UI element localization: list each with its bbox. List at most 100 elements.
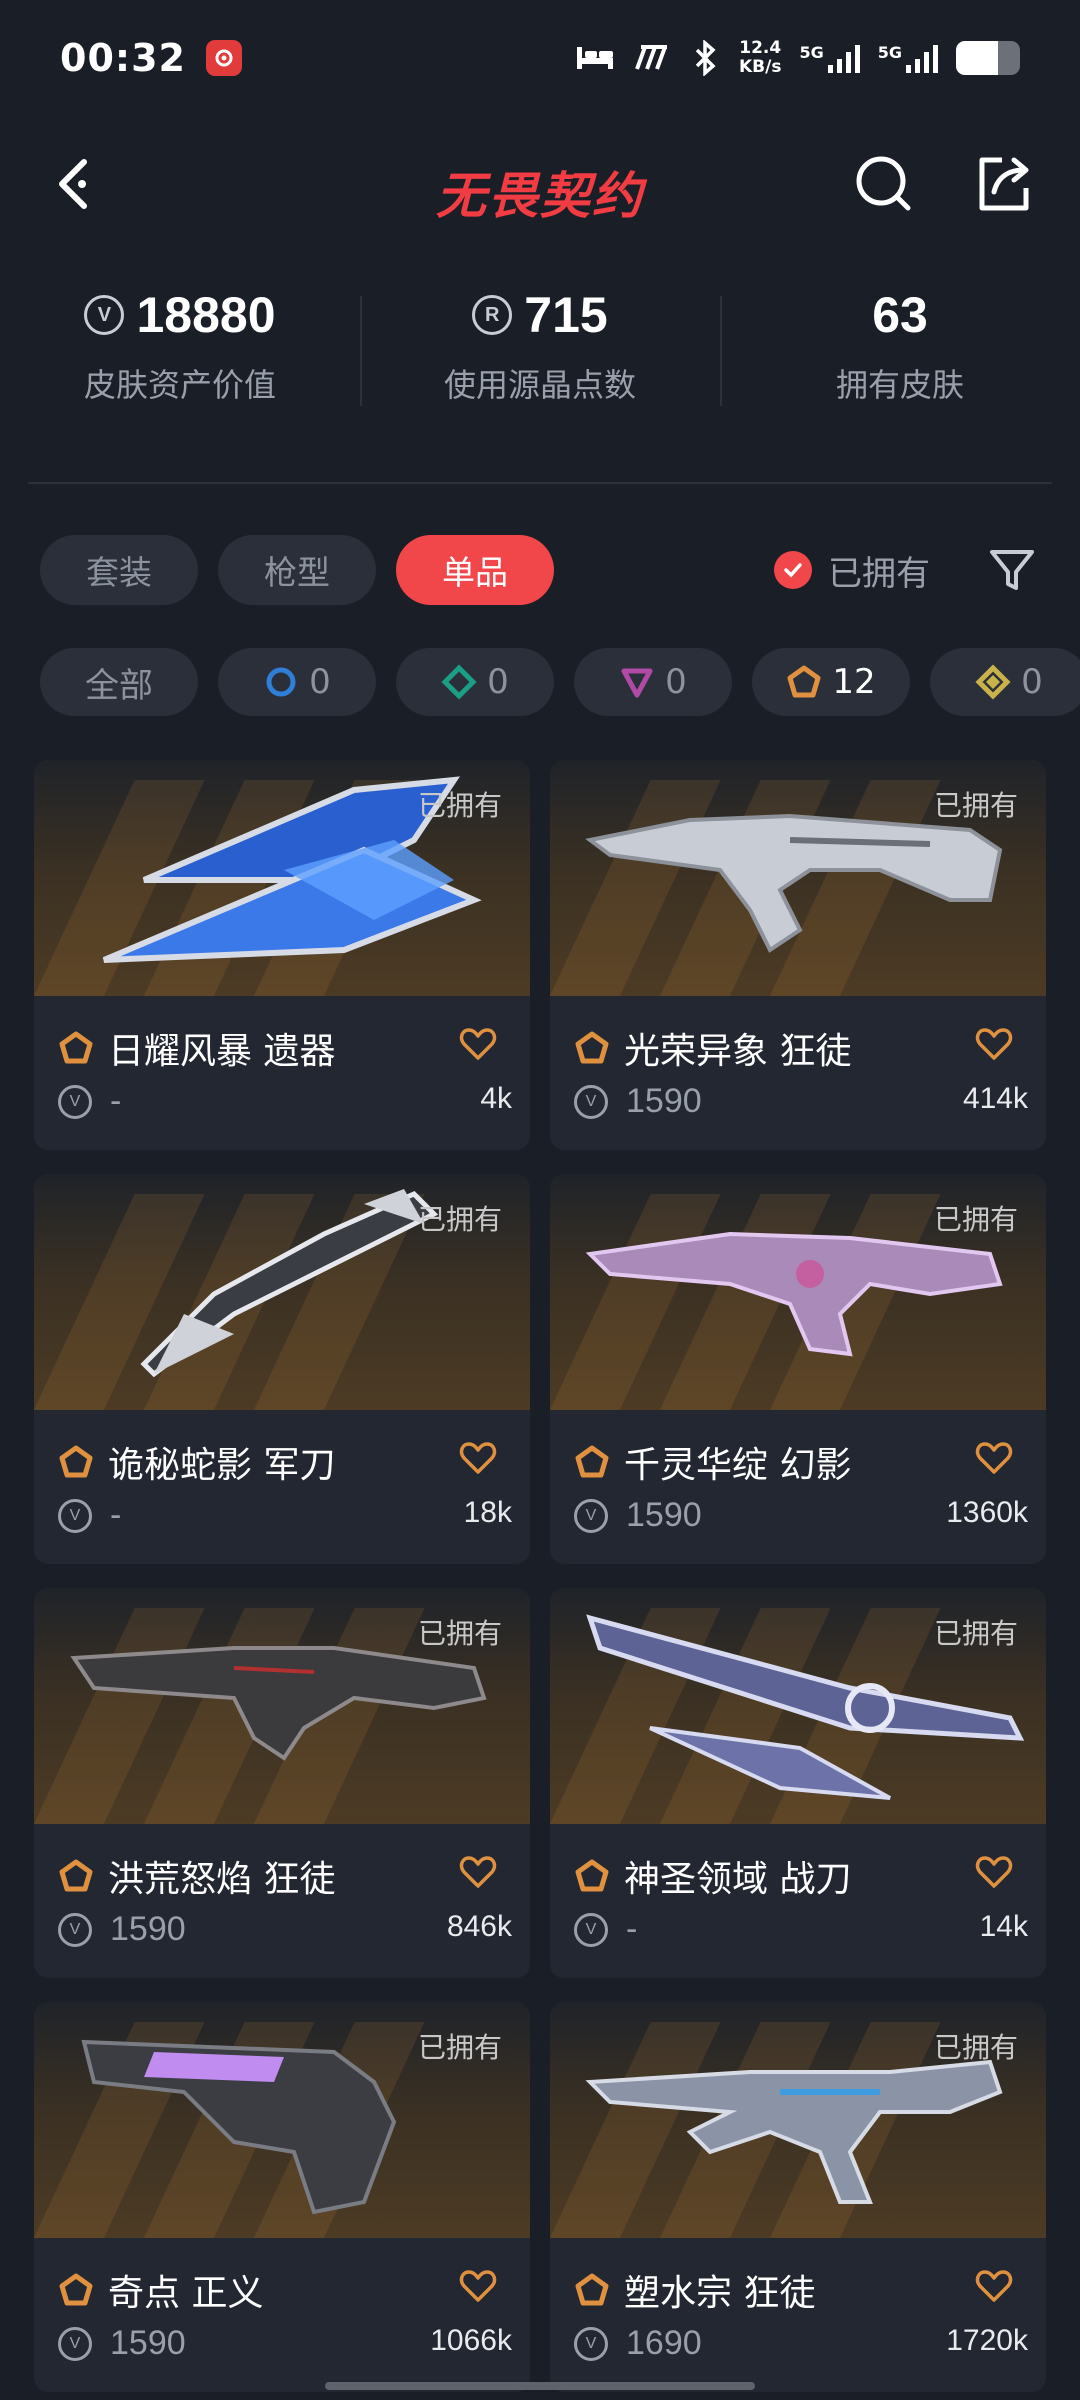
skin-card[interactable]: 已拥有 塑水宗 狂徒 V 1690 1720k [550,2002,1046,2392]
skin-card[interactable]: 已拥有 奇点 正义 V 1590 1066k [34,2002,530,2392]
like-count: 14k [979,1910,1028,1943]
vibrate-icon [635,45,667,70]
skin-image: 已拥有 [34,760,530,996]
vp-icon: V [58,1498,92,1533]
heart-icon[interactable] [458,1024,498,1064]
tab-weapon-type[interactable]: 枪型 [218,535,376,605]
rarity-select[interactable]: 0 [218,648,376,716]
rarity-all[interactable]: 全部 [40,648,198,716]
status-bar: 00:32 12.4 KB/s 5G 5G [0,0,1080,116]
skin-card[interactable]: 已拥有 洪荒怒焰 狂徒 V 1590 846k [34,1588,530,1978]
rarity-exclusive[interactable]: 12 [752,648,910,716]
skin-image: 已拥有 [550,2002,1046,2238]
heart-icon[interactable] [974,2266,1014,2306]
exclusive-tier-icon [575,1445,609,1478]
skin-card[interactable]: 已拥有 光荣异象 狂徒 V 1590 414k [550,760,1046,1150]
skin-card[interactable]: 已拥有 日耀风暴 遗器 V - 4k [34,760,530,1150]
skin-price: V - [58,1082,121,1121]
heart-icon[interactable] [974,1852,1014,1892]
skin-name: 塑水宗 狂徒 [624,2273,816,2314]
vp-icon: V [574,1084,608,1119]
filter-tabs: 套装 枪型 单品 已拥有 [40,534,1040,606]
heart-icon[interactable] [458,2266,498,2306]
skin-price: V - [574,1910,637,1949]
skin-title: 千灵华绽 幻影 [574,1436,851,1488]
skin-card[interactable]: 已拥有 神圣领域 战刀 V - 14k [550,1588,1046,1978]
filter-funnel-icon[interactable] [984,542,1040,598]
skin-card[interactable]: 已拥有 诡秘蛇影 军刀 V - 18k [34,1174,530,1564]
price-value: 1590 [626,1496,702,1534]
skin-grid: 已拥有 日耀风暴 遗器 V - 4k 已拥有 光荣异象 狂徒 V 1590 41 [34,760,1046,2392]
heart-icon[interactable] [974,1024,1014,1064]
exclusive-tier-icon [59,1445,93,1478]
skin-price: V - [58,1496,121,1535]
app-notification-icon [205,40,242,76]
owned-toggle[interactable]: 已拥有 [774,546,930,595]
battery-icon [956,41,1020,75]
bluetooth-icon [695,40,716,76]
vp-icon: V [574,2326,608,2361]
heart-icon[interactable] [458,1852,498,1892]
owned-tag: 已拥有 [417,789,502,822]
network-speed: 12.4 KB/s [739,38,782,77]
owned-tag: 已拥有 [417,1617,502,1650]
stat-skin-value: V 18880 皮肤资产价值 [83,287,276,404]
exclusive-tier-icon [575,1031,609,1064]
heart-icon[interactable] [458,1438,498,1478]
exclusive-tier-icon [575,2273,609,2306]
exclusive-tier-icon [59,2273,93,2306]
search-icon[interactable] [848,148,920,220]
skin-price: V 1590 [574,1496,702,1535]
like-count: 18k [463,1496,512,1529]
vp-icon: V [58,2326,92,2361]
asset-stats: V 18880 皮肤资产价值 R 715 使用源晶点数 63 拥有皮肤 [0,280,1080,430]
home-indicator[interactable] [325,2382,755,2390]
owned-tag: 已拥有 [933,789,1018,822]
like-count: 4k [480,1082,512,1115]
owned-tag: 已拥有 [417,1203,502,1236]
exclusive-tier-icon [59,1031,93,1064]
rarity-premium[interactable]: 0 [574,648,732,716]
heart-icon[interactable] [974,1438,1014,1478]
stat-owned-skins: 63 拥有皮肤 [720,280,1080,430]
rarity-deluxe[interactable]: 0 [396,648,554,716]
rarity-ultra[interactable]: 0 [930,648,1080,716]
skin-name: 洪荒怒焰 狂徒 [108,1859,336,1900]
price-value: - [626,1910,638,1948]
top-nav: 无畏契约 [0,128,1080,240]
like-count: 846k [446,1910,512,1943]
vp-icon: V [58,1084,92,1119]
stat-radianite: R 715 使用源晶点数 [360,280,720,430]
exclusive-tier-icon [575,1859,609,1892]
tab-bundle[interactable]: 套装 [40,535,198,605]
skin-price: V 1590 [574,1082,702,1121]
skin-title: 洪荒怒焰 狂徒 [58,1850,335,1902]
price-value: - [110,1496,122,1534]
like-count: 414k [962,1082,1028,1115]
skin-name: 诡秘蛇影 军刀 [108,1445,336,1486]
skin-card[interactable]: 已拥有 千灵华绽 幻影 V 1590 1360k [550,1174,1046,1564]
skin-price: V 1590 [58,2324,186,2363]
rarity-filters: 全部 0 0 0 12 0 [40,648,1080,720]
share-icon[interactable] [968,148,1040,220]
skin-price: V 1590 [58,1910,186,1949]
price-value: 1590 [110,2324,186,2362]
price-value: 1690 [626,2324,702,2362]
divider [28,482,1052,484]
exclusive-tier-icon [59,1859,93,1892]
skin-title: 诡秘蛇影 军刀 [58,1436,335,1488]
signal-sim1: 5G [799,43,860,73]
vp-icon: V [574,1498,608,1533]
premium-tier-icon [621,668,653,698]
price-value: 1590 [626,1082,702,1120]
price-value: - [110,1082,122,1120]
skin-image: 已拥有 [550,1174,1046,1410]
skin-image: 已拥有 [34,1174,530,1410]
tab-single-item[interactable]: 单品 [396,535,554,605]
price-value: 1590 [110,1910,186,1948]
vp-icon: V [574,1912,608,1947]
owned-toggle-label: 已拥有 [828,553,930,594]
like-count: 1720k [946,2324,1028,2357]
skin-name: 奇点 正义 [108,2273,264,2314]
skin-name: 千灵华绽 幻影 [624,1445,852,1486]
